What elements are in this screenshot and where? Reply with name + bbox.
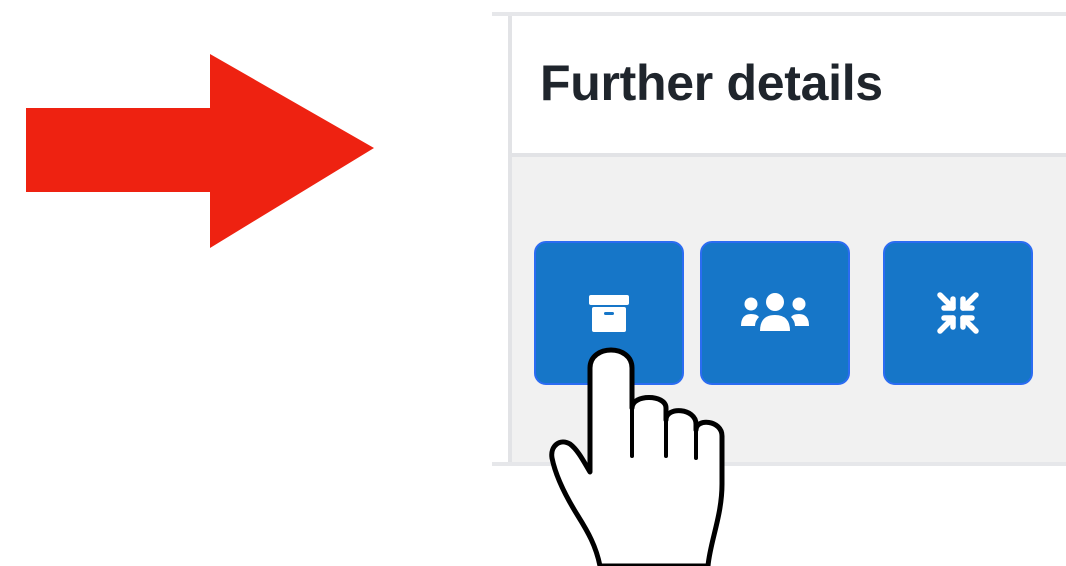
compress-button[interactable] (883, 241, 1033, 385)
panel-header: Further details (512, 16, 1066, 157)
hand-pointer-icon (549, 347, 725, 566)
archive-box-icon (589, 295, 629, 332)
compress-arrows-icon (937, 292, 979, 334)
panel-title: Further details (540, 55, 883, 111)
red-arrow-icon (26, 54, 374, 248)
users-group-icon (741, 293, 809, 331)
